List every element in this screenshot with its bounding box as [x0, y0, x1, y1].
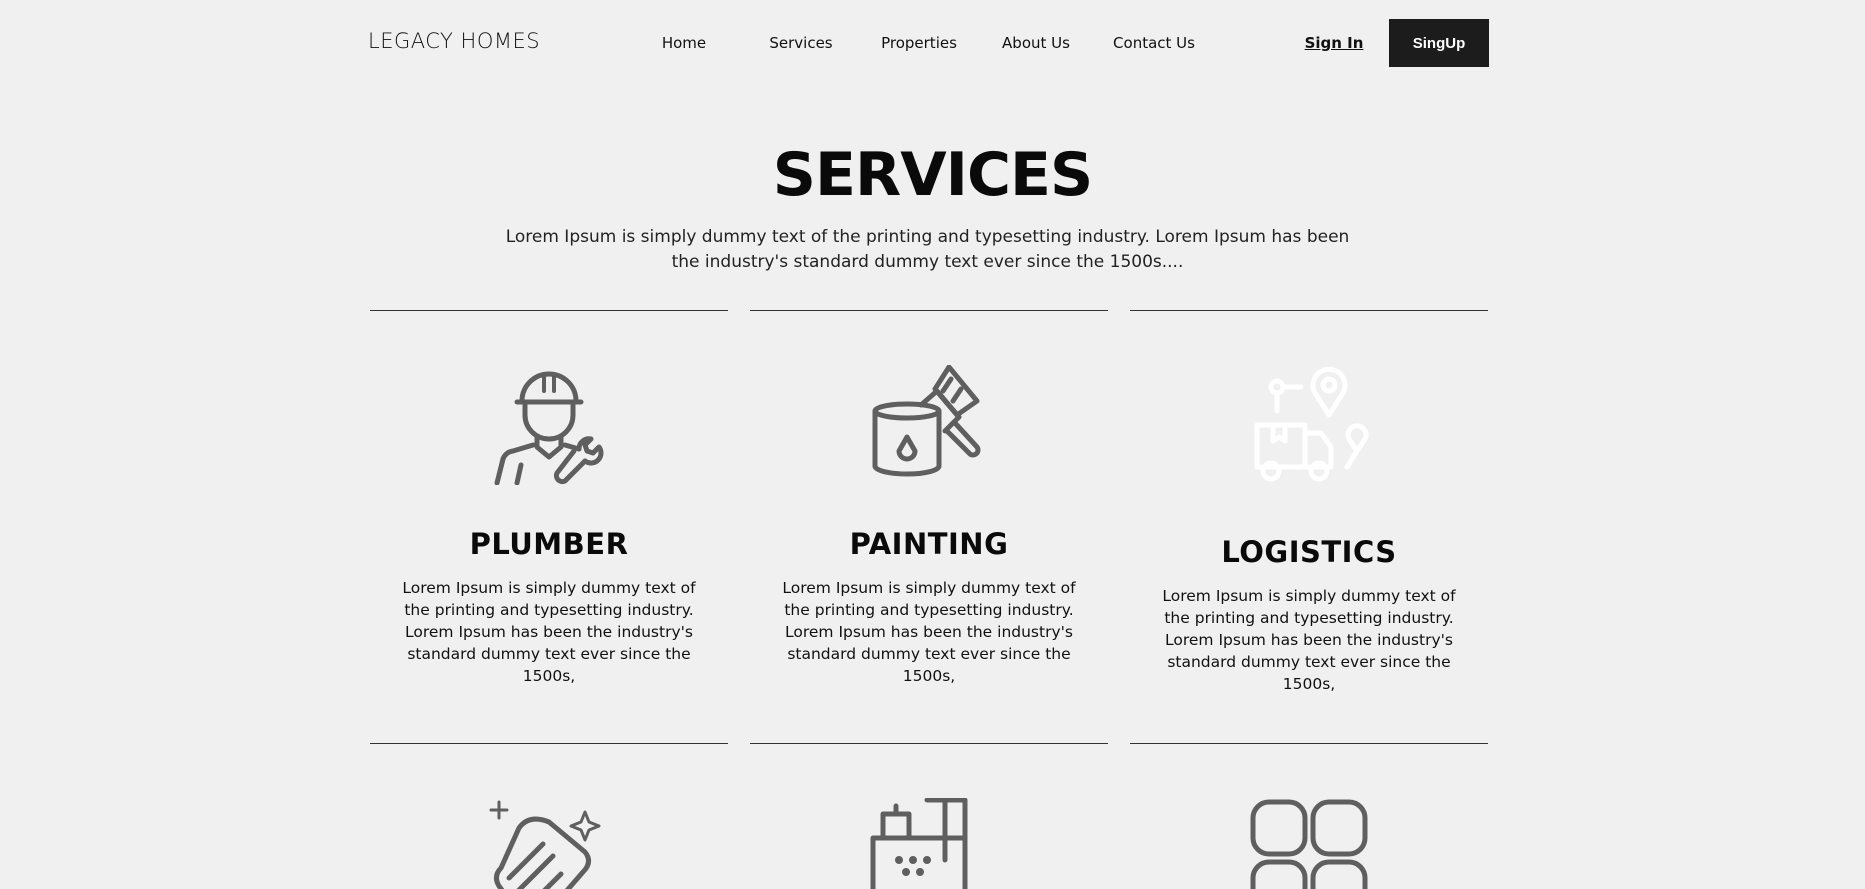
page-title: SERVICES — [772, 140, 1093, 210]
cleaning-hand-sparkle-icon — [489, 798, 609, 889]
nav-about-us[interactable]: About Us — [1002, 34, 1070, 52]
header: LEGACY HOMES Home Services Properties Ab… — [0, 0, 1865, 86]
sign-up-button[interactable]: SingUp — [1389, 19, 1489, 67]
service-title: LOGISTICS — [1221, 535, 1397, 569]
divider — [750, 743, 1108, 744]
worker-wrench-icon — [489, 365, 609, 485]
sign-in-link[interactable]: Sign In — [1305, 34, 1364, 52]
page-subtitle: Lorem Ipsum is simply dummy text of the … — [505, 227, 1350, 272]
nav-services[interactable]: Services — [769, 34, 832, 52]
divider — [370, 310, 728, 311]
service-text: Lorem Ipsum is simply dummy text of the … — [782, 579, 1076, 685]
floor-machine-icon — [869, 798, 989, 889]
nav-contact-us[interactable]: Contact Us — [1113, 34, 1195, 52]
logo[interactable]: LEGACY HOMES — [368, 29, 540, 53]
divider — [750, 310, 1108, 311]
grid-apps-icon — [1249, 798, 1369, 889]
delivery-truck-location-icon — [1249, 367, 1369, 487]
divider — [1130, 310, 1488, 311]
service-title: PLUMBER — [469, 527, 629, 561]
service-text: Lorem Ipsum is simply dummy text of the … — [1162, 587, 1456, 693]
divider — [370, 743, 728, 744]
nav-home[interactable]: Home — [662, 34, 706, 52]
divider — [1130, 743, 1488, 744]
service-text: Lorem Ipsum is simply dummy text of the … — [402, 579, 696, 685]
paint-bucket-brush-icon — [869, 365, 989, 485]
nav-properties[interactable]: Properties — [881, 34, 957, 52]
service-title: PAINTING — [849, 527, 1009, 561]
